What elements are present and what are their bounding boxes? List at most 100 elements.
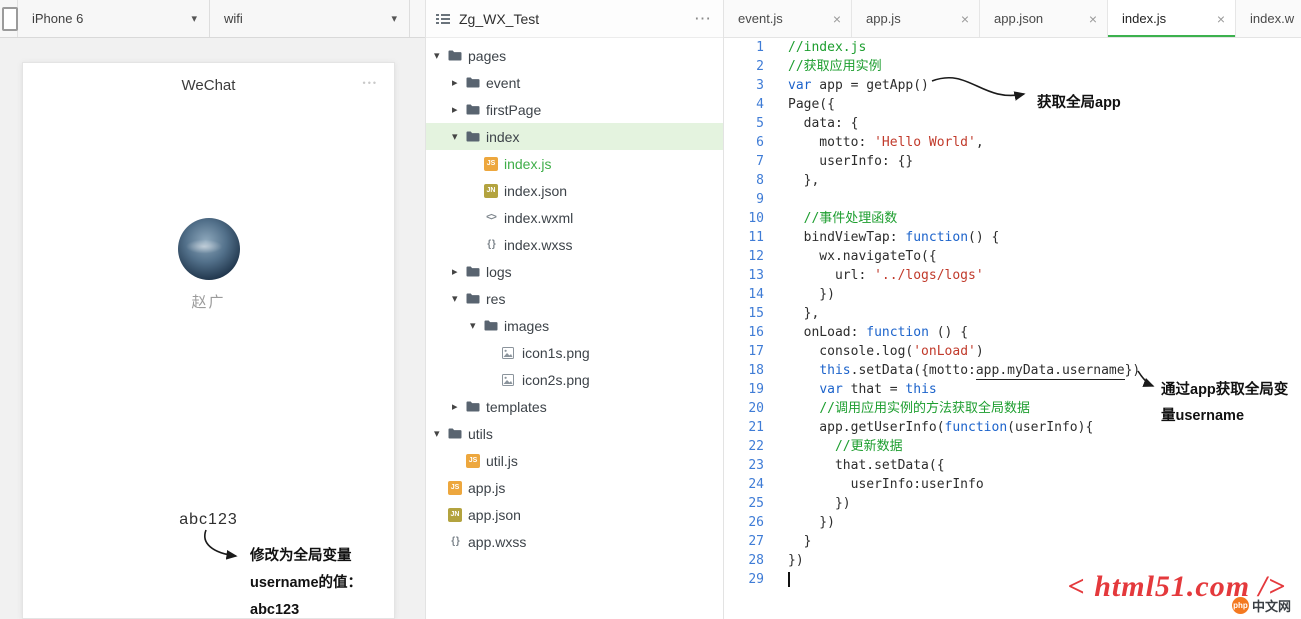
- code-line[interactable]: }): [788, 494, 1301, 513]
- file-explorer-panel: Zg_WX_Test ⋯ ▾pages▸event▸firstPage▾inde…: [425, 0, 724, 619]
- line-number: 25: [724, 494, 764, 513]
- caret-right-icon[interactable]: ▸: [452, 265, 466, 278]
- tree-item-images[interactable]: ▾images: [426, 312, 723, 339]
- php-logo-text: 中文网: [1252, 596, 1291, 615]
- code-line[interactable]: }): [788, 551, 1301, 570]
- tree-item-index.wxss[interactable]: { }index.wxss: [426, 231, 723, 258]
- caret-down-icon[interactable]: ▾: [452, 130, 466, 143]
- caret-right-icon[interactable]: ▸: [452, 76, 466, 89]
- close-icon[interactable]: ×: [1211, 11, 1225, 27]
- project-tree-icon: [436, 13, 450, 25]
- close-icon[interactable]: ×: [955, 11, 969, 27]
- code-line[interactable]: },: [788, 304, 1301, 323]
- line-number: 28: [724, 551, 764, 570]
- wxml-file-icon: <>: [484, 212, 498, 223]
- tree-item-label: pages: [468, 48, 506, 64]
- code-line[interactable]: bindViewTap: function() {: [788, 228, 1301, 247]
- code-editor[interactable]: 1234567891011121314151617181920212223242…: [724, 38, 1301, 619]
- line-number: 4: [724, 95, 764, 114]
- tree-item-label: icon1s.png: [522, 345, 590, 361]
- note-line: username的值：: [250, 570, 362, 597]
- code-line[interactable]: console.log('onLoad'): [788, 342, 1301, 361]
- code-line[interactable]: //更新数据: [788, 437, 1301, 456]
- simulator-viewport: WeChat ••• 赵广 abc123 修改为全局变量 username的值：…: [0, 38, 425, 619]
- tree-item-label: templates: [486, 399, 547, 415]
- line-number: 16: [724, 323, 764, 342]
- tree-item-logs[interactable]: ▸logs: [426, 258, 723, 285]
- code-line[interactable]: },: [788, 171, 1301, 190]
- code-line[interactable]: //事件处理函数: [788, 209, 1301, 228]
- network-selector[interactable]: wifi ▾: [210, 0, 410, 37]
- image-file-icon: [502, 347, 522, 359]
- tree-item-app.js[interactable]: JSapp.js: [426, 474, 723, 501]
- code-line[interactable]: that.setData({: [788, 456, 1301, 475]
- code-line[interactable]: //index.js: [788, 38, 1301, 57]
- code-line[interactable]: userInfo: {}: [788, 152, 1301, 171]
- more-options-icon[interactable]: ⋯: [694, 9, 711, 29]
- caret-down-icon[interactable]: ▾: [452, 292, 466, 305]
- tab-app.json[interactable]: app.json×: [980, 0, 1108, 37]
- annotation-global-var: 通过app获取全局变 量username: [1161, 377, 1288, 429]
- tab-index.js[interactable]: index.js ×: [1108, 0, 1236, 37]
- tab-label: index.w: [1250, 11, 1294, 26]
- code-line[interactable]: }): [788, 513, 1301, 532]
- code-line[interactable]: wx.navigateTo({: [788, 247, 1301, 266]
- code-line[interactable]: data: {: [788, 114, 1301, 133]
- code-line[interactable]: onLoad: function () {: [788, 323, 1301, 342]
- tree-item-util.js[interactable]: JSutil.js: [426, 447, 723, 474]
- tree-item-event[interactable]: ▸ event: [426, 69, 723, 96]
- caret-right-icon[interactable]: ▸: [452, 103, 466, 116]
- caret-down-icon[interactable]: ▾: [434, 49, 448, 62]
- tree-item-index[interactable]: ▾ index: [426, 123, 723, 150]
- tree-item-icon1s.png[interactable]: icon1s.png: [426, 339, 723, 366]
- tree-item-label: index: [486, 129, 519, 145]
- tab-app.js[interactable]: app.js×: [852, 0, 980, 37]
- editor-panel: event.js×app.js×app.json×index.js×index.…: [724, 0, 1301, 619]
- tree-item-index.wxml[interactable]: <>index.wxml: [426, 204, 723, 231]
- folder-icon: [466, 77, 486, 88]
- php-logo-icon: php: [1232, 597, 1249, 614]
- project-name: Zg_WX_Test: [459, 11, 694, 27]
- tree-item-app.wxss[interactable]: { }app.wxss: [426, 528, 723, 555]
- js-file-icon: JS: [448, 481, 462, 495]
- tab-label: index.js: [1122, 11, 1166, 26]
- tree-item-icon2s.png[interactable]: icon2s.png: [426, 366, 723, 393]
- line-number: 20: [724, 399, 764, 418]
- annotation-line: 通过app获取全局变: [1161, 377, 1288, 403]
- tree-item-app.json[interactable]: JNapp.json: [426, 501, 723, 528]
- code-line[interactable]: //获取应用实例: [788, 57, 1301, 76]
- tree-item-utils[interactable]: ▾utils: [426, 420, 723, 447]
- device-selector-value: iPhone 6: [32, 11, 83, 26]
- caret-down-icon[interactable]: ▾: [434, 427, 448, 440]
- user-avatar[interactable]: [178, 218, 240, 280]
- text-cursor: [788, 572, 790, 587]
- tree-item-pages[interactable]: ▾ pages: [426, 42, 723, 69]
- folder-icon: [484, 320, 504, 331]
- code-line[interactable]: userInfo:userInfo: [788, 475, 1301, 494]
- code-line[interactable]: url: '../logs/logs': [788, 266, 1301, 285]
- line-number: 12: [724, 247, 764, 266]
- tree-item-index.json[interactable]: JNindex.json: [426, 177, 723, 204]
- tree-item-firstPage[interactable]: ▸firstPage: [426, 96, 723, 123]
- tree-item-label: res: [486, 291, 505, 307]
- close-icon[interactable]: ×: [827, 11, 841, 27]
- tab-event.js[interactable]: event.js×: [724, 0, 852, 37]
- tree-item-templates[interactable]: ▸ templates: [426, 393, 723, 420]
- tree-item-res[interactable]: ▾ res: [426, 285, 723, 312]
- line-number: 8: [724, 171, 764, 190]
- tree-item-label: event: [486, 75, 520, 91]
- image-file-icon: [502, 374, 522, 386]
- device-selector[interactable]: iPhone 6 ▾: [18, 0, 210, 37]
- line-number: 19: [724, 380, 764, 399]
- tree-item-label: index.js: [504, 156, 551, 172]
- caret-right-icon[interactable]: ▸: [452, 400, 466, 413]
- tab-index.w[interactable]: index.w: [1236, 0, 1301, 37]
- line-number: 18: [724, 361, 764, 380]
- code-line[interactable]: motto: 'Hello World',: [788, 133, 1301, 152]
- caret-down-icon[interactable]: ▾: [470, 319, 484, 332]
- code-line[interactable]: }): [788, 285, 1301, 304]
- code-line[interactable]: }: [788, 532, 1301, 551]
- close-icon[interactable]: ×: [1083, 11, 1097, 27]
- tree-item-index.js[interactable]: JSindex.js: [426, 150, 723, 177]
- code-line[interactable]: [788, 190, 1301, 209]
